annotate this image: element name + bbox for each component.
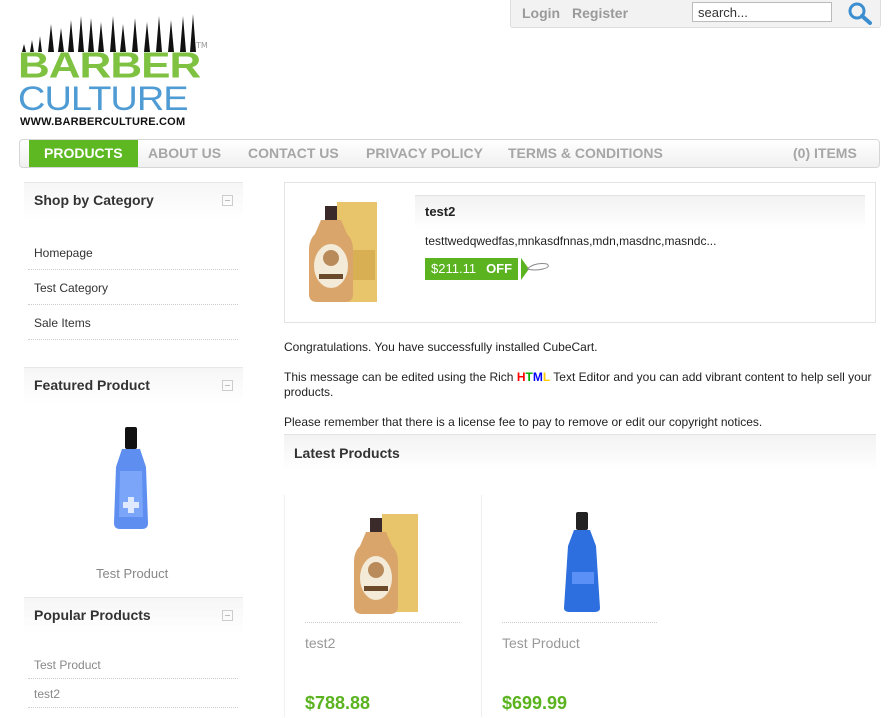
divider [28,707,238,708]
popular-products-header: Popular Products [24,597,243,634]
logo-url: WWW.BARBERCULTURE.COM [20,116,186,128]
collapse-icon[interactable] [222,380,233,391]
latest-product-price: $788.88 [305,693,371,713]
nav-item-terms-conditions[interactable]: TERMS & CONDITIONS [508,140,663,167]
feature-product-image[interactable] [303,200,379,304]
shop-by-category-header: Shop by Category [24,182,243,219]
sidebar-item-homepage[interactable]: Homepage [34,246,93,260]
logo-word-culture: CULTURE [18,80,189,118]
nav-item-privacy-policy[interactable]: PRIVACY POLICY [366,140,483,167]
popular-products-title: Popular Products [34,607,151,623]
nav-item-contact-us[interactable]: CONTACT US [248,140,339,167]
divider [28,678,238,679]
license-paragraph: Please remember that there is a license … [284,415,763,429]
basket-items-count[interactable]: (0) ITEMS [793,140,857,167]
welcome-paragraph: Congratulations. You have successfully i… [284,340,598,354]
editor-paragraph: This message can be edited using the Ric… [284,370,874,400]
search-input[interactable] [692,2,832,22]
html-letter: M [532,370,543,384]
feature-title-bar: test2 [415,195,865,230]
register-link[interactable]: Register [572,5,628,21]
feature-product-description: testtwedqwedfas,mnkasdfnnas,mdn,masdnc,m… [425,234,717,248]
divider [28,339,238,340]
logo-word-barber: BARBER [18,45,201,86]
logo-trademark: TM [196,41,208,50]
collapse-icon[interactable] [222,195,233,206]
popular-item-test2[interactable]: test2 [34,687,60,701]
divider [28,304,238,305]
column-divider [481,495,482,717]
latest-product-price: $699.99 [502,693,568,713]
divider [502,622,657,623]
sidebar-item-test-category[interactable]: Test Category [34,281,108,295]
login-link[interactable]: Login [522,5,560,21]
account-bar: Login Register [510,0,881,28]
divider [28,269,238,270]
html-rainbow-text: HTML [517,370,550,384]
sidebar-item-sale-items[interactable]: Sale Items [34,316,91,330]
html-letter: T [525,370,533,384]
column-divider [284,495,285,717]
feature-price: $211.11 [431,261,477,276]
featured-product-image[interactable] [106,427,156,531]
divider [305,622,460,623]
off-label: OFF [486,261,513,276]
nav-item-about-us[interactable]: ABOUT US [148,140,221,167]
price-badge: $211.11 OFF [425,258,519,280]
site-logo[interactable]: BARBER CULTURE WWW.BARBERCULTURE.COM TM [18,14,210,132]
latest-product-name[interactable]: Test Product [502,635,580,651]
main-navigation: PRODUCTS ABOUT US CONTACT US PRIVACY POL… [19,139,880,168]
shop-by-category-title: Shop by Category [34,192,154,208]
feature-product-title[interactable]: test2 [425,204,455,219]
featured-product-header: Featured Product [24,367,243,404]
search-icon[interactable] [847,1,873,25]
editor-text-start: This message can be edited using the Ric… [284,370,517,384]
featured-product-title: Featured Product [34,377,150,393]
collapse-icon[interactable] [222,610,233,621]
popular-item-test-product[interactable]: Test Product [34,658,101,672]
latest-product-image-test-product[interactable] [560,512,606,614]
tag-string-icon [521,258,549,280]
featured-product-name[interactable]: Test Product [96,566,168,581]
latest-products-title: Latest Products [294,445,400,461]
latest-product-image-test2[interactable] [350,512,420,616]
latest-products-header: Latest Products [284,434,876,471]
nav-item-products[interactable]: PRODUCTS [29,140,138,167]
latest-product-name[interactable]: test2 [305,635,335,651]
